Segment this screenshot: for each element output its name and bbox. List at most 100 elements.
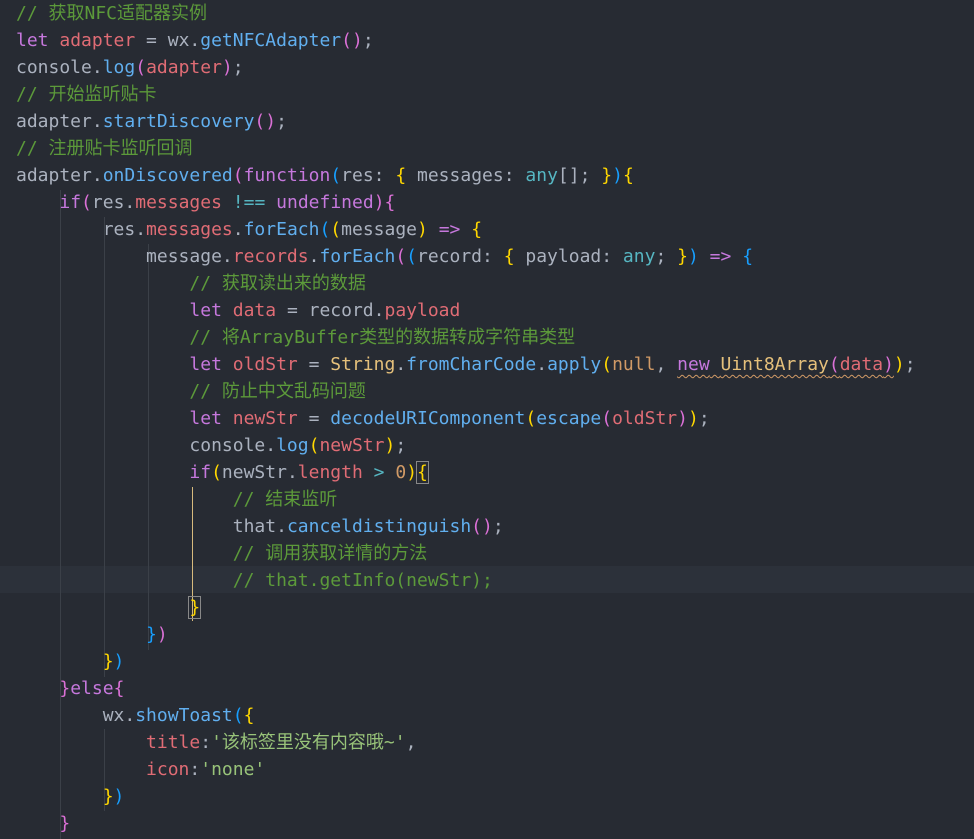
code-token: ( bbox=[81, 192, 92, 213]
code-token: ; bbox=[395, 435, 407, 456]
code-token: ) bbox=[221, 57, 233, 78]
code-token: ; bbox=[492, 516, 504, 537]
code-line[interactable]: if(newStr.length > 0){ bbox=[16, 459, 429, 486]
code-token: let bbox=[16, 30, 49, 51]
code-line[interactable]: }) bbox=[16, 648, 125, 675]
code-line[interactable]: icon:'none' bbox=[16, 756, 265, 783]
code-token: newStr. bbox=[221, 462, 298, 483]
code-line[interactable]: let oldStr = String.fromCharCode.apply(n… bbox=[16, 351, 915, 378]
code-token: { bbox=[384, 192, 396, 213]
code-token: String bbox=[330, 354, 396, 375]
code-line[interactable]: } bbox=[16, 810, 70, 837]
code-token: wx. bbox=[16, 705, 136, 726]
code-line[interactable]: let data = record.payload bbox=[16, 297, 460, 324]
code-token: any bbox=[525, 165, 558, 186]
code-token: . bbox=[308, 246, 320, 267]
code-line[interactable]: }) bbox=[16, 783, 125, 810]
code-token: let bbox=[189, 300, 222, 321]
code-line[interactable]: // that.getInfo(newStr); bbox=[16, 567, 493, 594]
code-token: 0 bbox=[395, 462, 407, 483]
code-token: , bbox=[405, 732, 417, 753]
code-token: // 注册贴卡监听回调 bbox=[16, 138, 193, 159]
code-line[interactable]: }) bbox=[16, 621, 168, 648]
code-line[interactable]: }else{ bbox=[16, 675, 124, 702]
code-token: !== bbox=[232, 192, 266, 213]
code-line[interactable]: // 注册贴卡监听回调 bbox=[16, 135, 193, 162]
code-token: canceldistinguish bbox=[286, 516, 472, 537]
code-token: ) bbox=[677, 408, 688, 429]
code-token: log bbox=[276, 435, 309, 456]
code-line[interactable]: } bbox=[16, 594, 202, 621]
code-token: // 结束监听 bbox=[232, 489, 338, 510]
code-token: payload: bbox=[514, 246, 623, 267]
code-token: = bbox=[297, 354, 331, 375]
code-token: } bbox=[59, 813, 71, 834]
code-token: } bbox=[677, 246, 688, 267]
code-editor[interactable]: // 获取NFC适配器实例 let adapter = wx.getNFCAdap… bbox=[0, 0, 974, 839]
code-token: adapter bbox=[59, 30, 136, 51]
code-token: getNFCAdapter bbox=[200, 30, 342, 51]
code-token: ( bbox=[308, 435, 320, 456]
code-token: } bbox=[102, 651, 114, 672]
code-token: } bbox=[146, 624, 157, 645]
code-line[interactable]: // 获取NFC适配器实例 bbox=[16, 0, 207, 27]
code-line[interactable]: // 将ArrayBuffer类型的数据转成字符串类型 bbox=[16, 324, 575, 351]
code-token: : bbox=[200, 732, 212, 753]
code-line[interactable]: adapter.startDiscovery(); bbox=[16, 108, 287, 135]
code-token: . bbox=[536, 354, 548, 375]
code-line[interactable]: // 获取读出来的数据 bbox=[16, 270, 366, 297]
code-token: showToast bbox=[135, 705, 233, 726]
code-token: title bbox=[146, 732, 201, 753]
code-token: () bbox=[254, 111, 277, 132]
code-token: ( bbox=[601, 408, 613, 429]
code-token: // 获取读出来的数据 bbox=[189, 273, 366, 294]
code-token: { bbox=[113, 678, 125, 699]
code-token: oldStr bbox=[612, 408, 678, 429]
code-token: } bbox=[601, 165, 613, 186]
code-line[interactable]: // 开始监听贴卡 bbox=[16, 81, 157, 108]
code-token: else bbox=[70, 678, 114, 699]
code-token: res: bbox=[341, 165, 396, 186]
code-token: forEach bbox=[243, 219, 320, 240]
code-line[interactable]: wx.showToast({ bbox=[16, 702, 255, 729]
code-line[interactable]: if(res.messages !== undefined){ bbox=[16, 189, 395, 216]
code-line[interactable]: let newStr = decodeURIComponent(escape(o… bbox=[16, 405, 709, 432]
code-token: ( bbox=[135, 57, 147, 78]
code-token: onDiscovered bbox=[102, 165, 233, 186]
code-token: . bbox=[395, 354, 407, 375]
code-token: '该标签里没有内容哦~' bbox=[211, 732, 406, 753]
code-line[interactable]: res.messages.forEach((message) => { bbox=[16, 216, 482, 243]
code-token: messages: bbox=[406, 165, 526, 186]
code-token: // that.getInfo(newStr); bbox=[232, 570, 493, 591]
code-token: => bbox=[709, 246, 732, 267]
code-line[interactable]: message.records.forEach((record: { paylo… bbox=[16, 243, 753, 270]
code-line[interactable]: adapter.onDiscovered(function(res: { mes… bbox=[16, 162, 634, 189]
code-line[interactable]: let adapter = wx.getNFCAdapter(); bbox=[16, 27, 374, 54]
code-line[interactable]: console.log(adapter); bbox=[16, 54, 244, 81]
code-token: ) bbox=[687, 246, 699, 267]
code-line[interactable]: that.canceldistinguish(); bbox=[16, 513, 504, 540]
code-line[interactable]: // 结束监听 bbox=[16, 486, 338, 513]
code-token: function bbox=[243, 165, 331, 186]
code-token: new bbox=[677, 354, 710, 375]
code-token: newStr bbox=[319, 435, 385, 456]
code-line[interactable]: // 调用获取详情的方法 bbox=[16, 540, 428, 567]
code-token: ) bbox=[417, 219, 428, 240]
code-line[interactable]: console.log(newStr); bbox=[16, 432, 406, 459]
code-line[interactable]: // 防止中文乱码问题 bbox=[16, 378, 366, 405]
code-line[interactable]: title:'该标签里没有内容哦~', bbox=[16, 729, 416, 756]
code-token: { bbox=[503, 246, 515, 267]
